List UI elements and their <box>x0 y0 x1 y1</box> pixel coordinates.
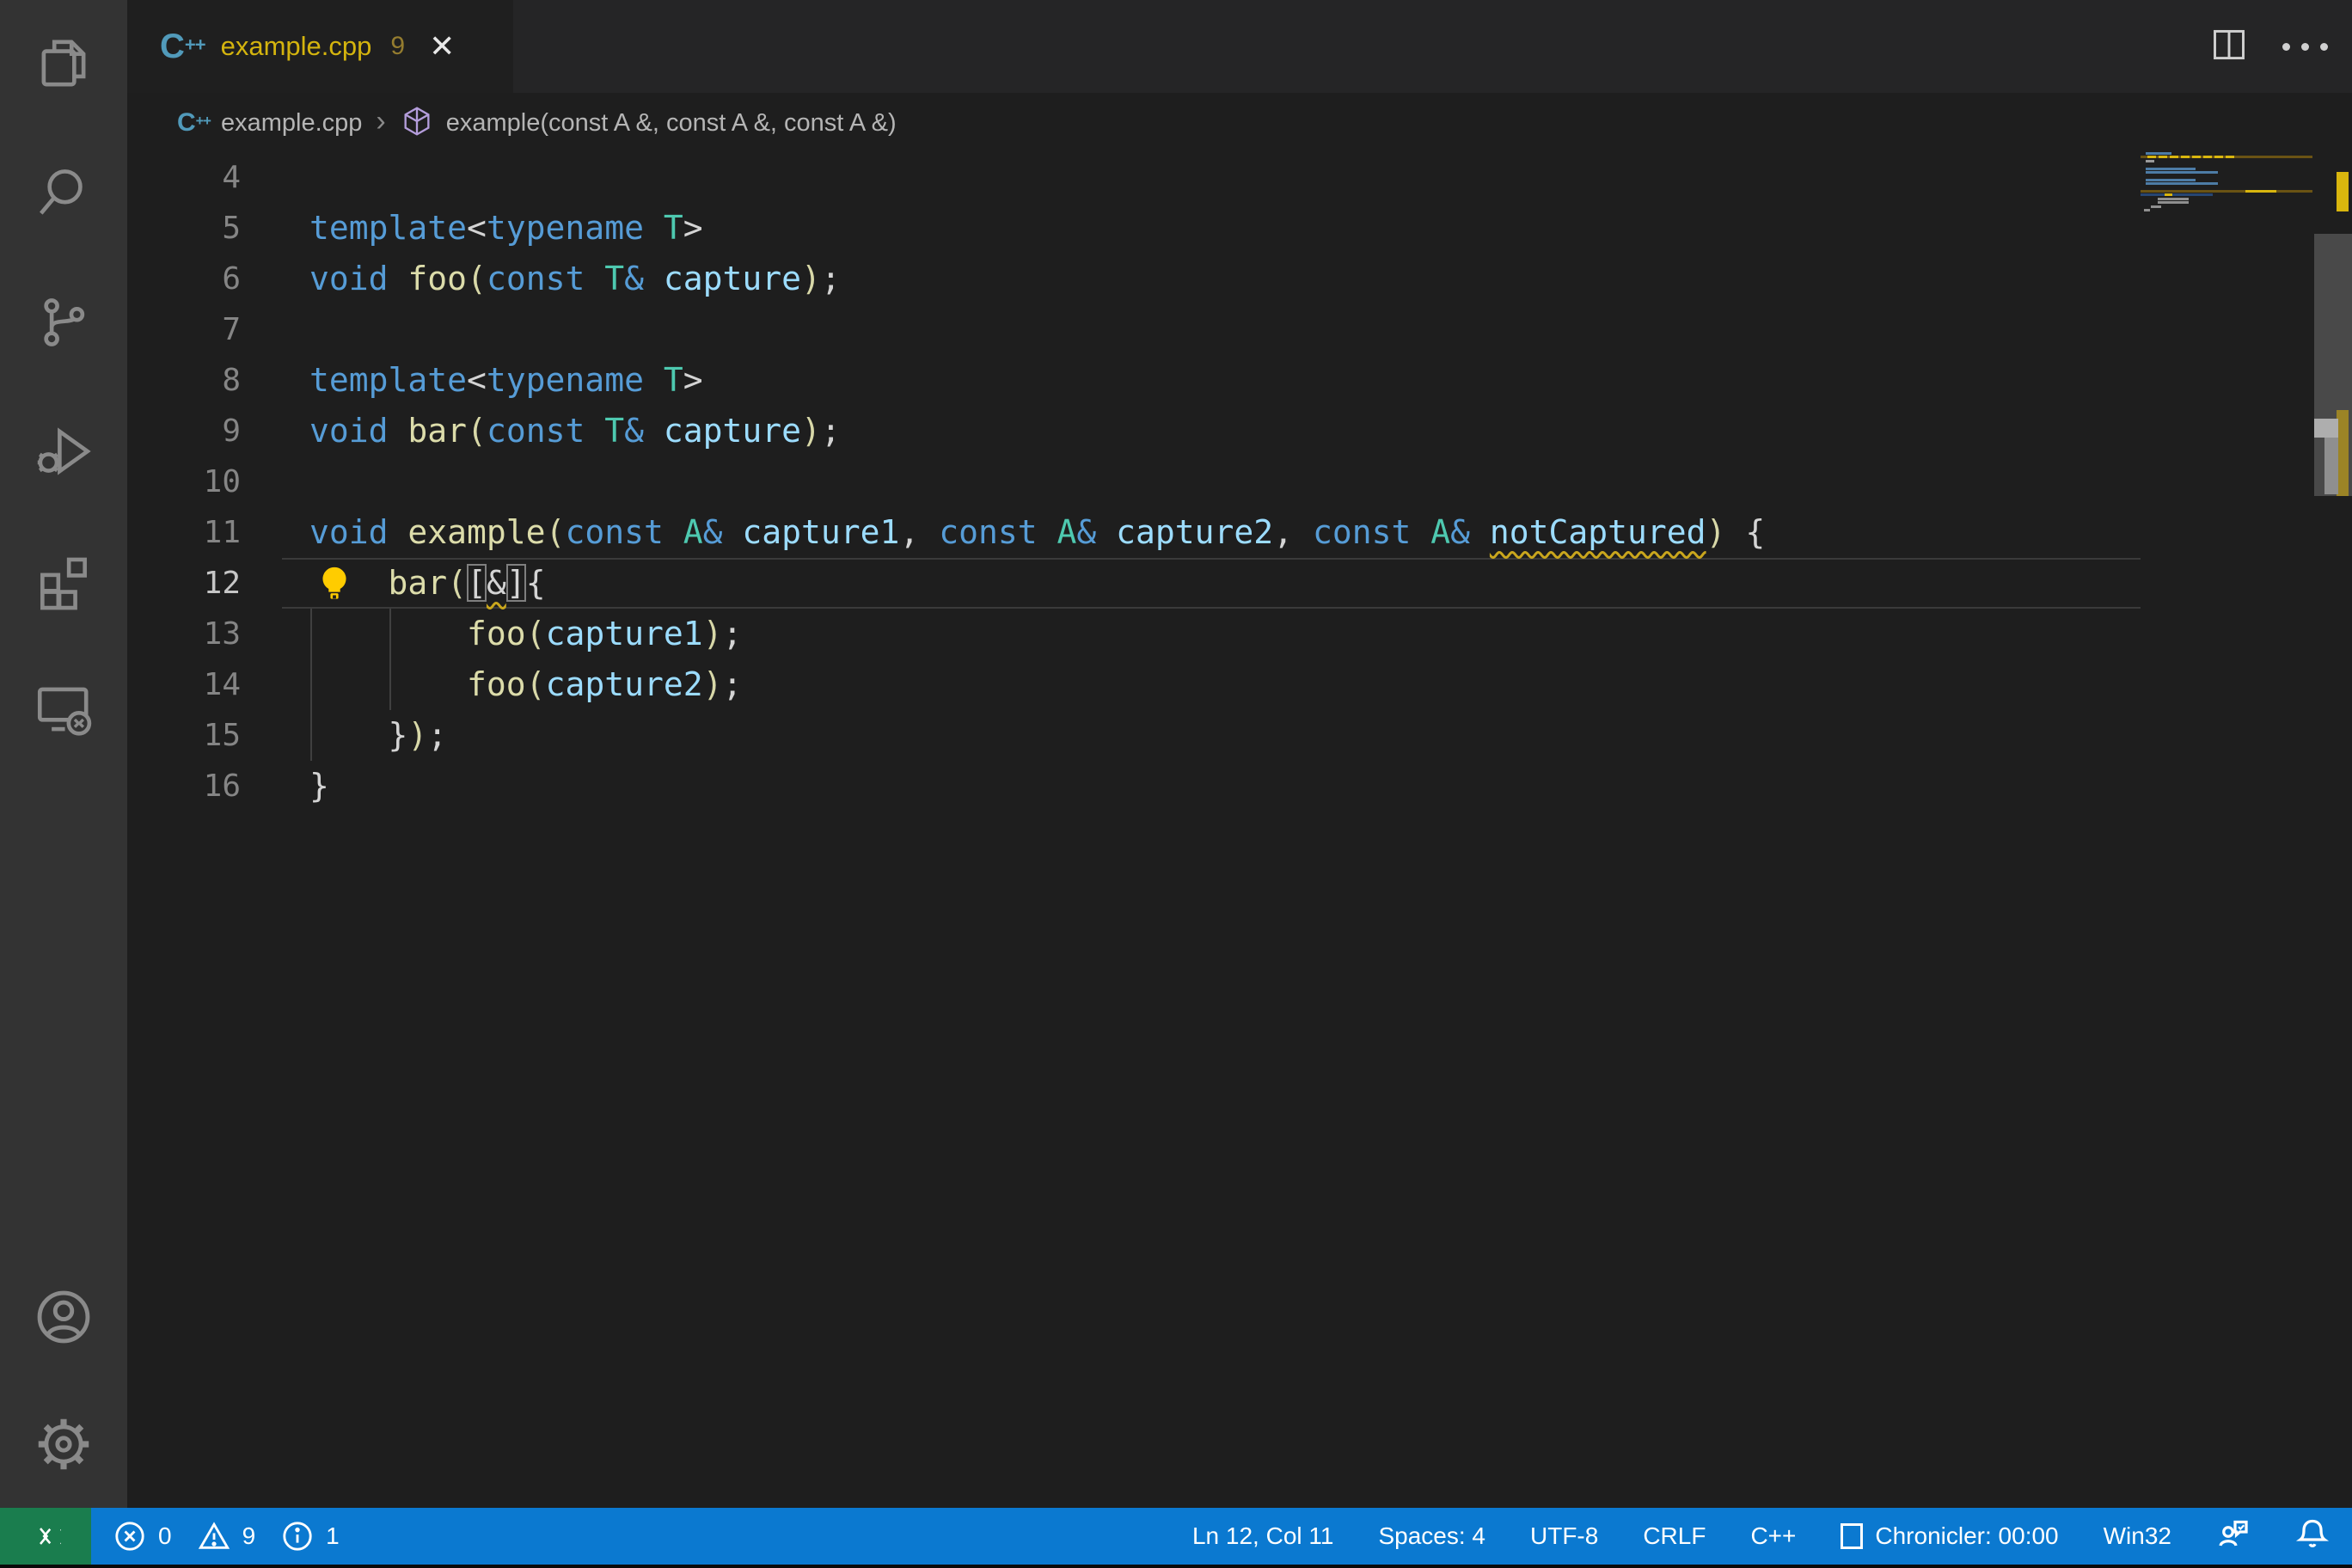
code-line[interactable]: 15 }); <box>127 710 2141 761</box>
line-content: template<typename T> <box>309 355 703 406</box>
error-icon <box>113 1520 146 1553</box>
tab-bar: C++ example.cpp 9 ✕ <box>127 0 2352 93</box>
scrollbar[interactable] <box>2314 152 2352 1508</box>
explorer-icon[interactable] <box>0 0 127 129</box>
encoding[interactable]: UTF-8 <box>1530 1522 1598 1550</box>
run-debug-icon[interactable] <box>0 387 127 516</box>
minimap[interactable] <box>2141 152 2312 264</box>
status-right: Ln 12, Col 11 Spaces: 4 UTF-8 CRLF C++ C… <box>1192 1516 2352 1557</box>
code-line[interactable]: 10 <box>127 456 2141 507</box>
overview-ruler-marker <box>2314 419 2338 438</box>
code-line[interactable]: 14 foo(capture2); <box>127 659 2141 710</box>
line-content: void example(const A& capture1, const A&… <box>309 507 1765 558</box>
end-of-line[interactable]: CRLF <box>1643 1522 1706 1550</box>
remote-icon <box>30 1521 61 1552</box>
chronicler-status[interactable]: Chronicler: 00:00 <box>1841 1522 2058 1550</box>
overview-ruler-marker <box>2337 410 2349 496</box>
line-content: void foo(const T& capture); <box>309 254 841 304</box>
lightbulb-icon[interactable] <box>315 563 354 604</box>
status-bar: 0 9 1 Ln 12, Col 11 Spaces: 4 UTF-8 CRLF… <box>0 1508 2352 1565</box>
overview-ruler-marker <box>2337 172 2349 211</box>
line-content: foo(capture1); <box>309 609 742 659</box>
overview-ruler-marker <box>2324 438 2338 494</box>
code-line[interactable]: 16} <box>127 761 2141 812</box>
warning-count: 9 <box>242 1522 256 1550</box>
window-bottom-edge <box>0 1565 2352 1568</box>
platform[interactable]: Win32 <box>2104 1522 2171 1550</box>
info-count: 1 <box>326 1522 340 1550</box>
line-number[interactable]: 8 <box>127 355 241 406</box>
settings-gear-icon[interactable] <box>0 1380 127 1509</box>
line-content: template<typename T> <box>309 203 703 254</box>
tab-close-icon[interactable]: ✕ <box>429 31 455 62</box>
source-control-icon[interactable] <box>0 258 127 387</box>
line-number[interactable]: 4 <box>127 152 241 203</box>
extensions-icon[interactable] <box>0 516 127 645</box>
breadcrumb: C++ example.cpp › example(const A &, con… <box>127 93 2352 153</box>
problems-status[interactable]: 0 9 1 <box>113 1520 353 1553</box>
line-number[interactable]: 14 <box>127 659 241 710</box>
cursor-position[interactable]: Ln 12, Col 11 <box>1192 1522 1334 1550</box>
line-number[interactable]: 12 <box>127 558 241 609</box>
more-actions-icon[interactable] <box>2282 43 2328 51</box>
line-content: void bar(const T& capture); <box>309 406 841 456</box>
line-number[interactable]: 15 <box>127 710 241 761</box>
line-number[interactable]: 7 <box>127 304 241 355</box>
accounts-icon[interactable] <box>0 1253 127 1381</box>
code-editor[interactable]: 45 template<typename T> 6 void foo(const T&… <box>127 152 2352 1508</box>
remote-indicator[interactable] <box>0 1508 91 1565</box>
cpp-file-icon: C++ <box>160 28 205 66</box>
cpp-file-icon: C++ <box>177 108 211 138</box>
notifications-bell-icon[interactable] <box>2295 1516 2330 1557</box>
code-line[interactable]: 7 <box>127 304 2141 355</box>
tab-label: example.cpp <box>221 31 372 62</box>
editor-actions <box>2208 0 2328 93</box>
code-line[interactable]: 8 template<typename T> <box>127 355 2141 406</box>
code-line[interactable]: 11 void example(const A& capture1, const … <box>127 507 2141 558</box>
language-mode[interactable]: C++ <box>1750 1522 1796 1550</box>
code-line[interactable]: 4 <box>127 152 2141 203</box>
remote-explorer-icon[interactable] <box>0 645 127 774</box>
search-icon[interactable] <box>0 129 127 258</box>
line-number[interactable]: 5 <box>127 203 241 254</box>
line-number[interactable]: 13 <box>127 609 241 659</box>
line-content: foo(capture2); <box>309 659 742 710</box>
error-count: 0 <box>158 1522 172 1550</box>
info-icon <box>281 1520 314 1553</box>
line-number[interactable]: 16 <box>127 761 241 812</box>
chevron-right-icon: › <box>376 105 385 138</box>
warning-icon <box>198 1520 230 1553</box>
chronicler-icon <box>1841 1523 1863 1549</box>
breadcrumb-symbol[interactable]: example(const A &, const A &, const A &) <box>446 109 897 138</box>
code-line[interactable]: 5 template<typename T> <box>127 203 2141 254</box>
code-line[interactable]: 13 foo(capture1); <box>127 609 2141 659</box>
code-line[interactable]: 6 void foo(const T& capture); <box>127 254 2141 304</box>
line-number[interactable]: 11 <box>127 507 241 558</box>
code-lines: 45 template<typename T> 6 void foo(const T&… <box>127 152 2141 812</box>
breadcrumb-file[interactable]: example.cpp <box>221 109 362 138</box>
line-content: }); <box>309 710 447 761</box>
tab-problems-badge: 9 <box>390 32 405 61</box>
line-number[interactable]: 9 <box>127 406 241 456</box>
feedback-icon[interactable] <box>2216 1516 2251 1557</box>
line-number[interactable]: 6 <box>127 254 241 304</box>
symbol-cube-icon <box>400 101 446 145</box>
tab-example-cpp[interactable]: C++ example.cpp 9 ✕ <box>127 0 513 93</box>
line-content: } <box>309 761 329 812</box>
split-editor-icon[interactable] <box>2208 26 2250 68</box>
activity-bar <box>0 0 127 1508</box>
indentation[interactable]: Spaces: 4 <box>1378 1522 1485 1550</box>
code-line[interactable]: 9 void bar(const T& capture); <box>127 406 2141 456</box>
line-number[interactable]: 10 <box>127 456 241 507</box>
code-line[interactable]: 12 bar([&]{ <box>127 558 2141 609</box>
